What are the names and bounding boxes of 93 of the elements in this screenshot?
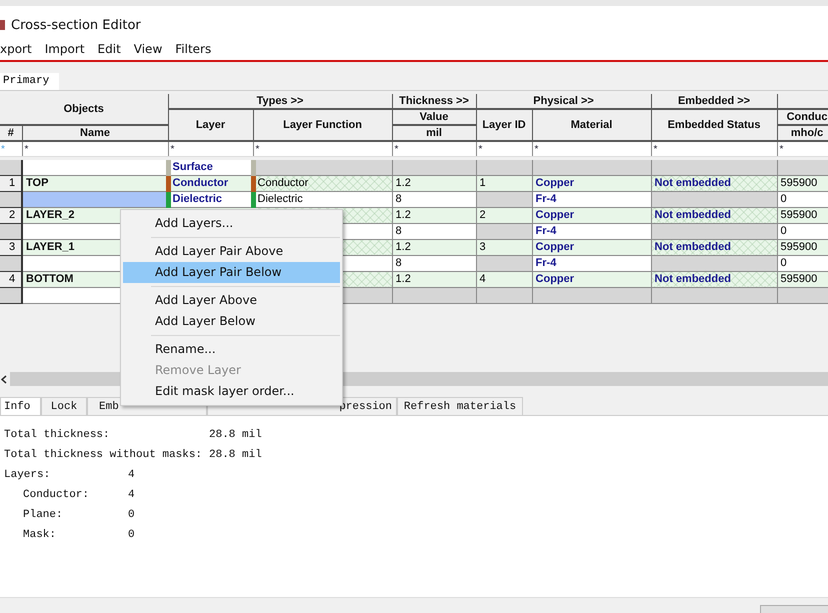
table-cell: 595900 <box>780 209 818 221</box>
column-group-header: Objects <box>0 94 168 125</box>
menu-item[interactable]: View <box>134 42 176 56</box>
menu-item[interactable]: Edit <box>98 42 134 56</box>
unit-header: mil <box>392 125 476 141</box>
app-icon <box>0 18 5 32</box>
info-label: Total thickness without masks: <box>4 449 204 461</box>
table-cell: 0 <box>780 225 787 237</box>
filter-field[interactable]: * <box>394 144 398 155</box>
table-cell: Not embedded <box>654 177 731 189</box>
table-cell: Fr-4 <box>536 193 556 205</box>
table-cell: 2 <box>480 209 486 221</box>
name-cell[interactable] <box>22 191 168 207</box>
table-cell: Dielectric <box>258 193 303 205</box>
info-value: 28.8 mil <box>209 449 263 461</box>
column-header[interactable]: # <box>0 125 22 141</box>
table-cell: Dielectric <box>173 193 222 205</box>
window-title: Cross-section Editor <box>11 18 141 32</box>
row-number: 3 <box>8 241 16 253</box>
filter-field[interactable]: * <box>780 144 784 155</box>
table-cell: Conductor <box>173 177 228 189</box>
table-cell: 1.2 <box>396 241 411 253</box>
row-number: 2 <box>8 209 16 221</box>
tab[interactable]: Refresh materials <box>397 397 523 415</box>
table-cell: 0 <box>780 257 787 269</box>
name-cell[interactable]: TOP <box>22 175 168 191</box>
table-cell: Conductor <box>258 177 308 189</box>
table-cell: Copper <box>536 209 574 221</box>
table-cell: Fr-4 <box>536 225 556 237</box>
column-group-header[interactable]: Physical >> <box>476 94 652 109</box>
row-number: 1 <box>8 177 16 189</box>
row-number: 4 <box>8 273 16 285</box>
info-value: 0 <box>128 529 136 541</box>
column-header[interactable]: Value <box>392 109 476 125</box>
table-cell: 1.2 <box>396 177 411 189</box>
table-cell: 1.2 <box>396 273 411 285</box>
table-cell: 8 <box>396 225 402 237</box>
table-cell: 3 <box>480 241 486 253</box>
info-label: Plane: <box>23 509 64 521</box>
column-header[interactable]: Layer ID <box>476 109 532 141</box>
table-cell: 0 <box>780 193 787 205</box>
menu-item[interactable]: Add Layer Below <box>123 311 340 332</box>
column-header[interactable]: Material <box>532 109 652 141</box>
table-cell: Copper <box>536 273 574 285</box>
unit-header: mho/c <box>777 125 828 141</box>
table-cell: Not embedded <box>654 209 731 221</box>
tab[interactable]: Primary <box>0 73 60 90</box>
table-cell: Not embedded <box>654 241 731 253</box>
info-value: 4 <box>128 469 136 481</box>
filter-field[interactable]: * <box>534 144 538 155</box>
info-label: Mask: <box>23 529 58 541</box>
filter-field[interactable]: * <box>24 144 28 155</box>
menu-item[interactable]: Add Layer Pair Below <box>123 262 340 283</box>
table-cell: Copper <box>536 177 574 189</box>
filter-field[interactable]: * <box>256 144 260 155</box>
table-cell: 8 <box>396 193 402 205</box>
column-header[interactable]: Conduc <box>777 109 828 125</box>
info-value: 28.8 mil <box>209 429 263 441</box>
menu-item[interactable]: Import <box>44 42 98 56</box>
table-cell: 1 <box>480 177 486 189</box>
column-header[interactable]: Name <box>22 125 168 141</box>
tab[interactable]: Lock <box>41 397 87 415</box>
filter-field[interactable]: * <box>478 144 482 155</box>
column-group-header[interactable]: Embedded >> <box>651 94 778 109</box>
table-cell: Surface <box>173 161 213 173</box>
table-cell: 595900 <box>780 177 818 189</box>
menu-item[interactable]: xport <box>0 42 45 56</box>
menu-item[interactable]: Filters <box>175 42 224 56</box>
menu-item[interactable]: Rename... <box>123 339 340 360</box>
column-header[interactable]: Embedded Status <box>651 109 778 141</box>
table-cell: 1.2 <box>396 209 411 221</box>
tab[interactable]: Info <box>0 397 41 415</box>
table-cell: 4 <box>480 273 486 285</box>
table-cell: Not embedded <box>654 273 731 285</box>
table-cell: Fr-4 <box>536 257 556 269</box>
info-value: 0 <box>128 509 136 521</box>
column-group-header[interactable]: Thickness >> <box>392 94 476 109</box>
table-cell: 8 <box>396 257 402 269</box>
column-group-header[interactable]: Types >> <box>168 94 392 109</box>
filter-field[interactable]: * <box>654 144 658 155</box>
table-cell: 595900 <box>780 241 818 253</box>
scroll-left-icon[interactable] <box>1 374 7 384</box>
menu-item[interactable]: Add Layer Above <box>123 290 340 311</box>
column-header[interactable]: Layer <box>168 109 254 141</box>
name-cell[interactable] <box>22 160 168 175</box>
column-header[interactable]: Layer Function <box>253 109 392 141</box>
info-label: Conductor: <box>23 489 90 501</box>
table-cell: 595900 <box>780 273 818 285</box>
info-label: Layers: <box>4 469 52 481</box>
info-value: 4 <box>128 489 136 501</box>
info-label: Total thickness: <box>4 429 111 441</box>
table-cell: Copper <box>536 241 574 253</box>
filter-field[interactable]: * <box>170 144 174 155</box>
